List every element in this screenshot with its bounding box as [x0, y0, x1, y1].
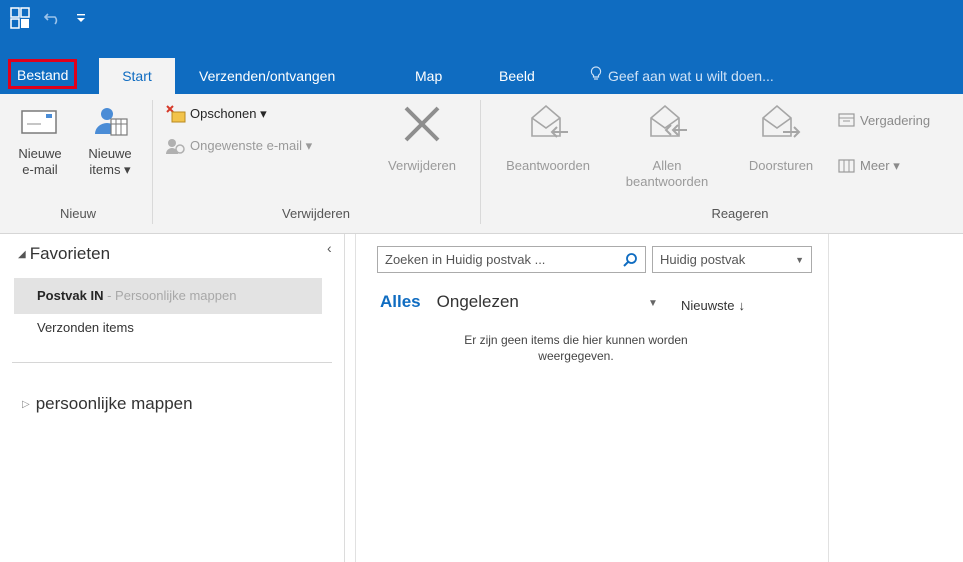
- lightbulb-icon: [590, 58, 602, 94]
- collapse-pane-icon[interactable]: ‹: [327, 240, 332, 256]
- new-items-icon: [95, 108, 128, 136]
- reply-all-label-1: Allen: [652, 158, 682, 173]
- more-button[interactable]: Meer ▾: [838, 158, 900, 174]
- tell-me-text: Geef aan wat u wilt doen...: [608, 68, 774, 84]
- empty-list-message: Er zijn geen items die hier kunnen worde…: [396, 332, 756, 364]
- delete-button[interactable]: Verwijderen: [370, 102, 474, 174]
- new-email-button[interactable]: Nieuwe e-mail: [6, 102, 74, 178]
- group-label-delete: Verwijderen: [282, 206, 350, 221]
- reply-all-button[interactable]: Allen beantwoorden: [610, 102, 724, 190]
- empty-message-line-2: weergegeven.: [538, 349, 614, 363]
- more-label: Meer ▾: [860, 158, 900, 173]
- ribbon: Nieuwe e-mail Nieuwe items ▾ Nieuw Opsch…: [0, 94, 963, 234]
- folder-separator: [12, 362, 332, 363]
- forward-icon: [762, 104, 801, 138]
- new-email-label-1: Nieuwe: [18, 146, 62, 161]
- search-scope-select[interactable]: Huidig postvak ▼: [652, 246, 812, 273]
- junk-label: Ongewenste e-mail ▾: [190, 138, 313, 153]
- tab-map[interactable]: Map: [415, 58, 442, 94]
- expanded-triangle-icon: ◢: [18, 248, 26, 260]
- search-scope-value: Huidig postvak: [660, 252, 746, 267]
- group-label-new: Nieuw: [59, 206, 97, 221]
- more-icon: [838, 159, 855, 173]
- sort-label: Nieuwste: [681, 298, 735, 313]
- folder-personal[interactable]: ▷ persoonlijke mappen: [22, 394, 193, 414]
- customize-qat-icon[interactable]: [76, 13, 86, 23]
- forward-label: Doorsturen: [748, 158, 814, 173]
- delete-x-icon: [404, 106, 440, 142]
- filter-all[interactable]: Alles: [380, 292, 421, 312]
- new-items-label-1: Nieuwe: [88, 146, 132, 161]
- send-receive-all-icon[interactable]: [10, 7, 30, 29]
- search-icon[interactable]: [622, 252, 638, 268]
- junk-button[interactable]: Ongewenste e-mail ▾: [164, 136, 312, 156]
- new-email-label-2: e-mail: [22, 162, 58, 177]
- delete-label: Verwijderen: [388, 158, 456, 173]
- title-bar: [0, 0, 963, 52]
- inbox-sub-label: - Persoonlijke mappen: [103, 288, 237, 303]
- tell-me-box[interactable]: Geef aan wat u wilt doen...: [590, 58, 774, 94]
- reply-all-icon: [650, 104, 687, 137]
- forward-button[interactable]: Doorsturen: [734, 102, 828, 174]
- tab-send-receive[interactable]: Verzenden/ontvangen: [199, 58, 335, 94]
- reply-button[interactable]: Beantwoorden: [484, 102, 612, 174]
- chevron-down-icon: ▼: [795, 254, 804, 265]
- reply-label: Beantwoorden: [506, 158, 590, 173]
- filter-dropdown-icon[interactable]: ▼: [648, 298, 658, 309]
- favorites-label: Favorieten: [29, 244, 111, 263]
- personal-folders-label: persoonlijke mappen: [35, 394, 193, 413]
- message-list: Zoeken in Huidig postvak ... Huidig post…: [355, 234, 829, 562]
- empty-message-line-1: Er zijn geen items die hier kunnen worde…: [464, 333, 688, 347]
- cleanup-label: Opschonen ▾: [190, 106, 267, 121]
- quick-access-toolbar: [10, 7, 86, 29]
- ribbon-tabs: Bestand Start Verzenden/ontvangen Map Be…: [0, 52, 963, 94]
- group-separator: [480, 100, 481, 224]
- group-separator: [152, 100, 153, 224]
- tab-start[interactable]: Start: [99, 58, 175, 94]
- meeting-label: Vergadering: [860, 112, 931, 128]
- group-label-respond: Reageren: [711, 206, 769, 221]
- search-input[interactable]: Zoeken in Huidig postvak ...: [385, 252, 545, 267]
- new-items-label-2: items ▾: [89, 162, 131, 177]
- filter-bar: Alles Ongelezen: [380, 292, 519, 312]
- envelope-icon: [21, 110, 57, 134]
- junk-icon: [166, 139, 185, 154]
- new-items-button[interactable]: Nieuwe items ▾: [78, 102, 142, 178]
- filter-unread[interactable]: Ongelezen: [437, 292, 519, 312]
- collapsed-triangle-icon: ▷: [22, 398, 30, 410]
- reply-icon: [531, 104, 568, 138]
- meeting-button[interactable]: Vergadering: [838, 112, 930, 128]
- inbox-label: Postvak IN: [37, 288, 104, 303]
- folder-inbox[interactable]: Postvak IN - Persoonlijke mappen: [14, 278, 322, 314]
- search-box[interactable]: Zoeken in Huidig postvak ...: [377, 246, 646, 273]
- meeting-icon: [838, 113, 855, 127]
- tab-beeld[interactable]: Beeld: [499, 58, 535, 94]
- undo-icon[interactable]: [44, 11, 62, 25]
- cleanup-button[interactable]: Opschonen ▾: [164, 104, 267, 124]
- sort-button[interactable]: Nieuwste ↓: [681, 298, 745, 313]
- reading-pane: [830, 234, 963, 562]
- tab-bestand[interactable]: Bestand: [8, 59, 78, 89]
- reply-all-label-2: beantwoorden: [625, 174, 709, 189]
- folder-sent-items[interactable]: Verzonden items: [37, 320, 134, 335]
- folder-pane: ◢ Favorieten ‹ Postvak IN - Persoonlijke…: [0, 234, 345, 562]
- arrow-down-icon: ↓: [738, 298, 745, 313]
- cleanup-icon: [166, 105, 186, 123]
- favorites-header[interactable]: ◢ Favorieten: [18, 244, 110, 264]
